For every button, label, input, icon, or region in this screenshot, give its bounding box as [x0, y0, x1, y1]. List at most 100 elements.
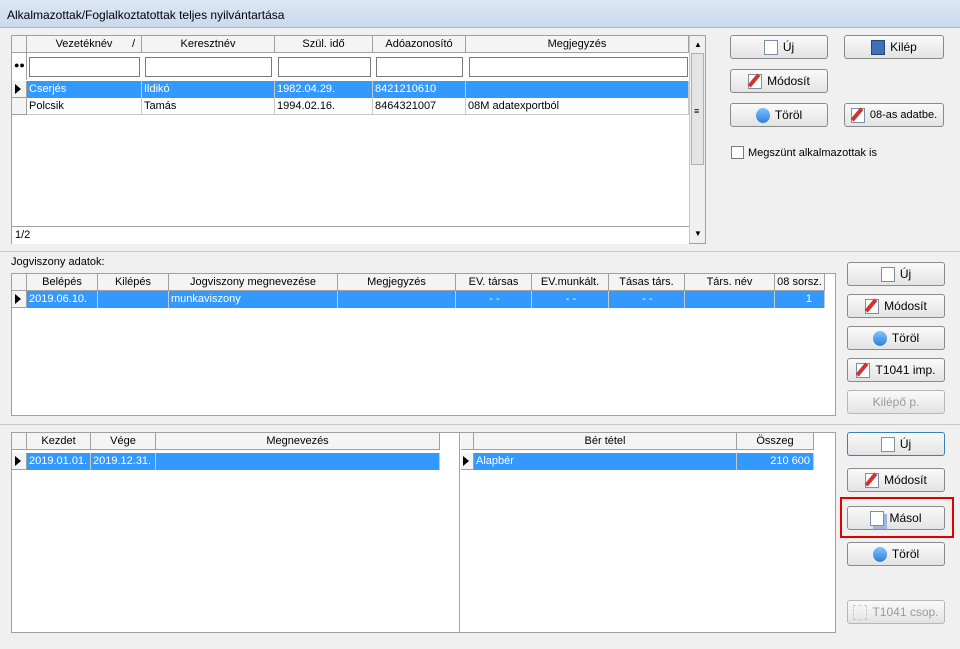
delete-icon [872, 330, 887, 346]
cell-relation-name: munkaviszony [169, 291, 338, 308]
section-divider [0, 251, 960, 252]
cell-note [466, 81, 689, 98]
col-firstname[interactable]: Keresztnév [142, 36, 275, 53]
col-partner-type[interactable]: Tásas társ. [609, 274, 685, 291]
scroll-thumb[interactable]: ≡ [691, 53, 704, 165]
delete-icon [755, 107, 770, 123]
employee-new-button[interactable]: Új [730, 35, 828, 59]
button-label: Töröl [891, 331, 920, 345]
cell-note: 08M adatexportból [466, 98, 689, 115]
col-note[interactable]: Megjegyzés [338, 274, 456, 291]
col-entry[interactable]: Belépés [27, 274, 98, 291]
col-wage-item[interactable]: Bér tétel [474, 433, 737, 450]
record-counter: 1/2 [15, 229, 31, 241]
edit-pencil-icon [865, 472, 880, 488]
period-edit-button[interactable]: Módosít [847, 468, 945, 492]
col-ev-partner[interactable]: EV. társas [456, 274, 532, 291]
table-row[interactable]: Polcsik Tamás 1994.02.16. 8464321007 08M… [12, 98, 689, 115]
terminated-employees-toggle[interactable]: Megszünt alkalmazottak is [731, 145, 931, 160]
import-icon [856, 362, 871, 378]
employees-grid[interactable]: Vezetéknév / Keresztnév Szül. idő Adóazo… [11, 35, 706, 244]
sort-indicator-icon: / [131, 38, 135, 50]
cell-note [338, 291, 456, 308]
current-row-icon [12, 291, 27, 308]
table-row[interactable]: 2019.01.01. 2019.12.31. [12, 453, 440, 470]
table-row[interactable]: Alapbér 210 600 [461, 453, 814, 470]
col-lastname[interactable]: Vezetéknév / [27, 36, 142, 53]
filter-taxid-input[interactable] [376, 57, 463, 77]
copy-button[interactable]: Másol [847, 506, 945, 530]
table-row[interactable]: 2019.06.10. munkaviszony - - - - - - 1 [12, 291, 825, 308]
t1041-import-button[interactable]: T1041 imp. [847, 358, 945, 382]
employee-edit-button[interactable]: Módosít [730, 69, 828, 93]
import-08-button[interactable]: 08-as adatbe. [844, 103, 944, 127]
filter-note-input[interactable] [469, 57, 688, 77]
col-start[interactable]: Kezdet [27, 433, 91, 450]
exit-door-icon [871, 39, 886, 55]
col-08-serial[interactable]: 08 sorsz. [775, 274, 825, 291]
cell-taxid: 8421210610 [373, 81, 466, 98]
cell-08-serial: 1 [775, 291, 825, 308]
cell-partner-type: - - [609, 291, 685, 308]
button-label: T1041 csop. [872, 605, 939, 619]
terminated-checkbox[interactable] [731, 146, 744, 159]
current-row-icon [461, 453, 474, 470]
cell-birthdate: 1982.04.29. [275, 81, 373, 98]
period-new-button[interactable]: Új [847, 432, 945, 456]
button-label: Új [782, 40, 795, 54]
employment-delete-button[interactable]: Töröl [847, 326, 945, 350]
bottom-panel: Kezdet Vége Megnevezés 2019.01.01. 2019.… [11, 432, 836, 633]
col-birthdate[interactable]: Szül. idő [275, 36, 373, 53]
cell-taxid: 8464321007 [373, 98, 466, 115]
employment-section-label: Jogviszony adatok: [11, 256, 105, 268]
col-note[interactable]: Megjegyzés [466, 36, 689, 53]
cell-lastname: Polcsik [27, 98, 142, 115]
employment-grid[interactable]: Belépés Kilépés Jogviszony megnevezése M… [11, 273, 836, 416]
grid-corner [461, 433, 474, 450]
leaving-papers-button[interactable]: Kilépő p. [847, 390, 945, 414]
col-taxid[interactable]: Adóazonosító [373, 36, 466, 53]
binoculars-icon[interactable]: ●● [12, 53, 27, 80]
cell-amount: 210 600 [737, 453, 814, 470]
employee-delete-button[interactable]: Töröl [730, 103, 828, 127]
col-amount[interactable]: Összeg [737, 433, 814, 450]
scroll-down-icon[interactable]: ▼ [694, 229, 702, 238]
new-document-icon [763, 39, 778, 55]
col-partner-name[interactable]: Társ. név [685, 274, 775, 291]
copy-icon [870, 510, 885, 526]
button-label: Módosít [884, 299, 927, 313]
col-ev-employer[interactable]: EV.munkált. [532, 274, 609, 291]
scroll-up-icon[interactable]: ▲ [694, 40, 702, 49]
current-row-icon [12, 453, 27, 470]
wages-grid[interactable]: Bér tétel Összeg Alapbér 210 600 [461, 433, 835, 632]
filter-birthdate-input[interactable] [278, 57, 371, 77]
filter-firstname-input[interactable] [145, 57, 272, 77]
edit-pencil-icon [865, 298, 880, 314]
button-label: Módosít [767, 74, 810, 88]
col-end[interactable]: Vége [91, 433, 156, 450]
filter-lastname-input[interactable] [29, 57, 140, 77]
col-relation-name[interactable]: Jogviszony megnevezése [169, 274, 338, 291]
cell-lastname: Cserjés [27, 81, 142, 98]
row-marker [12, 98, 27, 115]
employment-edit-button[interactable]: Módosít [847, 294, 945, 318]
exit-button[interactable]: Kilép [844, 35, 944, 59]
edit-pencil-icon [748, 73, 763, 89]
group-icon [853, 604, 868, 620]
section-divider [0, 424, 960, 425]
button-label: Módosít [884, 473, 927, 487]
employment-new-button[interactable]: Új [847, 262, 945, 286]
periods-grid[interactable]: Kezdet Vége Megnevezés 2019.01.01. 2019.… [12, 433, 460, 632]
period-delete-button[interactable]: Töröl [847, 542, 945, 566]
employees-scrollbar[interactable]: ▲ ≡ ▼ [689, 36, 705, 243]
new-document-icon [880, 436, 895, 452]
t1041-group-button[interactable]: T1041 csop. [847, 600, 945, 624]
col-name[interactable]: Megnevezés [156, 433, 440, 450]
button-label: Töröl [774, 108, 803, 122]
col-lastname-label: Vezetéknév [55, 38, 113, 50]
cell-exit [98, 291, 169, 308]
grid-corner-icon[interactable] [12, 36, 27, 53]
button-label: 08-as adatbe. [869, 109, 938, 121]
table-row[interactable]: Cserjés Ildikó 1982.04.29. 8421210610 [12, 81, 689, 98]
col-exit[interactable]: Kilépés [98, 274, 169, 291]
